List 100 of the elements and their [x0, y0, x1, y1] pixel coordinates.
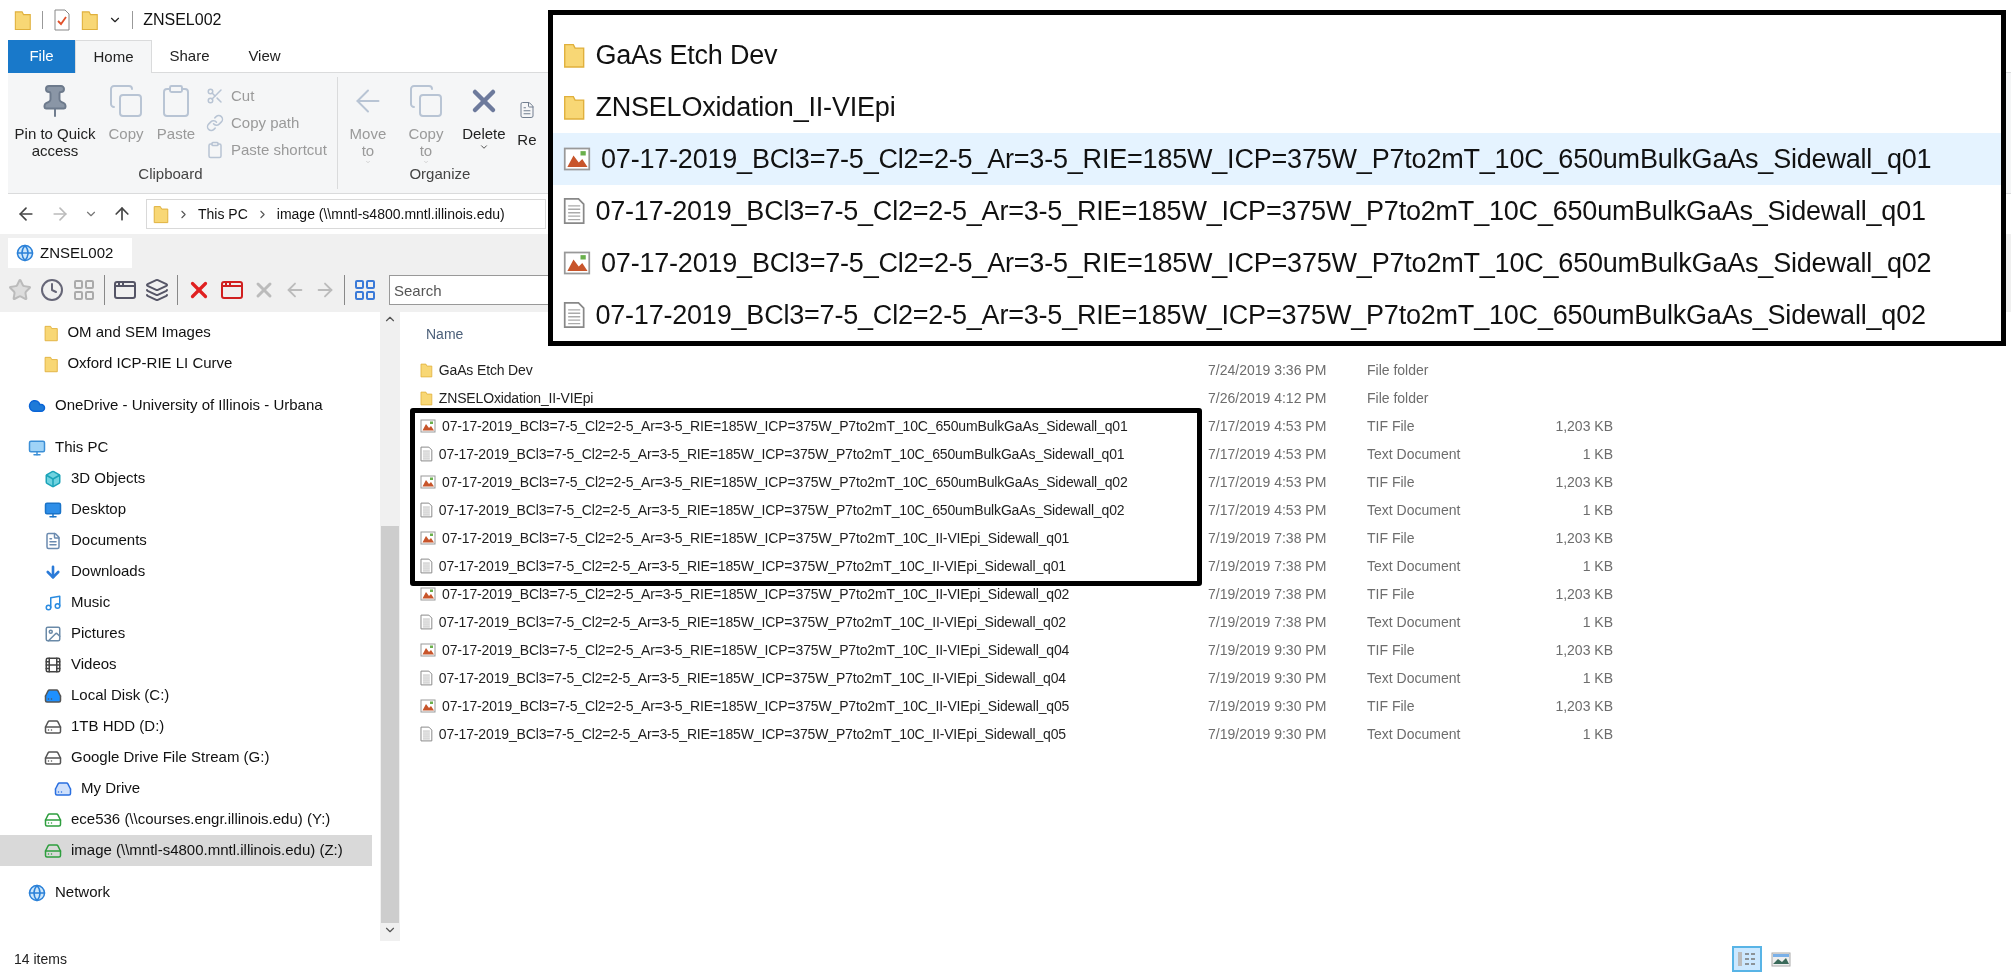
file-name: 07-17-2019_BCl3=7-5_Cl2=2-5_Ar=3-5_RIE=185W_ICP=375W_P7to2mT_10C_650umBulkGaAs_Sidewall_q01 [601, 142, 1932, 176]
sidebar-item[interactable]: OneDrive - University of Illinois - Urbana [0, 390, 372, 421]
desktop-icon [44, 500, 62, 519]
breadcrumb[interactable]: This PC [198, 203, 248, 225]
file-name[interactable]: 07-17-2019_BCl3=7-5_Cl2=2-5_Ar=3-5_RIE=185W_ICP=375W_P7to2mT_10C_650umBulkGaAs_Sidewall_q02 [438, 502, 1125, 518]
clock-icon[interactable] [40, 278, 64, 302]
sidebar-item[interactable]: This PC [0, 432, 372, 463]
image-file-icon [420, 530, 436, 546]
path-icon [206, 114, 224, 132]
clipboard-icon [206, 141, 224, 159]
close-window-icon[interactable] [220, 278, 244, 302]
sidebar-item[interactable]: Oxford ICP-RIE LI Curve [0, 348, 372, 379]
folder-icon [420, 390, 433, 406]
drive-icon [44, 686, 62, 705]
image-file-icon [563, 145, 591, 173]
file-name[interactable]: 07-17-2019_BCl3=7-5_Cl2=2-5_Ar=3-5_RIE=185W_ICP=375W_P7to2mT_10C_II-VIEpi_Sidewall_q02 [442, 586, 1070, 602]
type-cell-text: TIF File [1367, 530, 1416, 546]
date-cell-text: 7/17/2019 4:53 PM [1208, 502, 1328, 518]
windows-stack-icon[interactable] [145, 278, 169, 302]
sidebar-item[interactable]: Local Disk (C:) [0, 680, 372, 711]
file-name: GaAs Etch Dev [595, 38, 778, 72]
date-cell-text: 7/19/2019 9:30 PM [1208, 670, 1328, 686]
ribbon-tab[interactable]: File [8, 40, 75, 73]
date-cell-text: 7/19/2019 7:38 PM [1208, 558, 1328, 574]
date-cell-text: 7/26/2019 4:12 PM [1208, 390, 1328, 406]
text-file-icon [420, 502, 433, 518]
folder-icon [563, 41, 586, 69]
item-count: 14 items [14, 949, 68, 969]
date-cell-text: 7/17/2019 4:53 PM [1208, 446, 1328, 462]
text-file-icon [420, 670, 433, 686]
sidebar-item[interactable]: Downloads [0, 556, 372, 587]
monitor-icon [28, 438, 46, 457]
grid-icon[interactable] [353, 278, 377, 302]
sidebar-item[interactable]: Music [0, 587, 372, 618]
ribbon-button[interactable]: Pin to Quick access [14, 77, 96, 165]
image-file-icon [420, 642, 436, 658]
search-field[interactable]: Search [389, 275, 549, 305]
film-icon [44, 655, 62, 674]
file-name[interactable]: 07-17-2019_BCl3=7-5_Cl2=2-5_Ar=3-5_RIE=185W_ICP=375W_P7to2mT_10C_650umBulkGaAs_Sidewall_q02 [442, 474, 1128, 490]
drive-icon [44, 717, 62, 736]
type-cell-text: File folder [1367, 390, 1430, 406]
ribbon-button[interactable]: Delete [459, 77, 508, 165]
column-header[interactable]: Name [426, 323, 464, 345]
type-cell-text: Text Document [1367, 502, 1462, 518]
file-name[interactable]: 07-17-2019_BCl3=7-5_Cl2=2-5_Ar=3-5_RIE=185W_ICP=375W_P7to2mT_10C_650umBulkGaAs_Sidewall_q01 [442, 418, 1128, 434]
file-name[interactable]: 07-17-2019_BCl3=7-5_Cl2=2-5_Ar=3-5_RIE=185W_ICP=375W_P7to2mT_10C_II-VIEpi_Sidewall_q01 [442, 530, 1070, 546]
sidebar-item[interactable]: Documents [0, 525, 372, 556]
file-name[interactable]: 07-17-2019_BCl3=7-5_Cl2=2-5_Ar=3-5_RIE=185W_ICP=375W_P7to2mT_10C_650umBulkGaAs_Sidewall_q01 [438, 446, 1125, 462]
sidebar-item[interactable]: ece536 (\\courses.engr.illinois.edu) (Y:) [0, 804, 372, 835]
star-icon[interactable] [8, 278, 32, 302]
type-cell-text: Text Document [1367, 614, 1462, 630]
scrollbar[interactable] [380, 312, 400, 941]
ribbon-button[interactable]: Re [517, 77, 536, 165]
sidebar-item[interactable]: 1TB HDD (D:) [0, 711, 372, 742]
sidebar-item[interactable]: Desktop [0, 494, 372, 525]
drive-icon [54, 779, 72, 798]
file-name[interactable]: 07-17-2019_BCl3=7-5_Cl2=2-5_Ar=3-5_RIE=185W_ICP=375W_P7to2mT_10C_II-VIEpi_Sidewall_q05 [442, 698, 1070, 714]
file-name[interactable]: 07-17-2019_BCl3=7-5_Cl2=2-5_Ar=3-5_RIE=185W_ICP=375W_P7to2mT_10C_II-VIEpi_Sidewall_q04 [442, 642, 1070, 658]
size-cell-text: 1,203 KB [1554, 474, 1613, 490]
ribbon-tab[interactable]: Share [152, 40, 227, 73]
sidebar-item[interactable]: Google Drive File Stream (G:) [0, 742, 372, 773]
folder-icon [153, 204, 169, 224]
size-cell-text: 1,203 KB [1554, 586, 1613, 602]
document-icon [44, 531, 62, 550]
file-name[interactable]: 07-17-2019_BCl3=7-5_Cl2=2-5_Ar=3-5_RIE=185W_ICP=375W_P7to2mT_10C_II-VIEpi_Sidewall_q05 [438, 726, 1066, 742]
file-name[interactable]: GaAs Etch Dev [438, 362, 533, 378]
size-cell-text: 1 KB [1581, 502, 1613, 518]
sidebar-item[interactable]: Pictures [0, 618, 372, 649]
file-name[interactable]: 07-17-2019_BCl3=7-5_Cl2=2-5_Ar=3-5_RIE=185W_ICP=375W_P7to2mT_10C_II-VIEpi_Sidewall_q02 [438, 614, 1066, 630]
copy-icon [108, 83, 144, 119]
sidebar-item[interactable]: My Drive [0, 773, 372, 804]
sidebar-item[interactable]: Videos [0, 649, 372, 680]
text-file-icon [420, 614, 433, 630]
folder-icon [44, 354, 59, 373]
image-file-icon [420, 698, 436, 714]
size-cell-text: 1 KB [1581, 614, 1613, 630]
type-cell-text: TIF File [1367, 698, 1416, 714]
sidebar-item[interactable]: image (\\mntl-s4800.mntl.illinois.edu) (Z:) [0, 835, 372, 866]
scrollbar-thumb[interactable] [381, 526, 399, 923]
folder-icon [14, 9, 32, 31]
sidebar-item[interactable]: OM and SEM Images [0, 317, 372, 348]
address-field[interactable]: This PC image (\\mntl-s4800.mntl.illinois.edu) [146, 199, 546, 229]
folder-tab[interactable]: ZNSEL002 [8, 238, 132, 268]
file-name[interactable]: 07-17-2019_BCl3=7-5_Cl2=2-5_Ar=3-5_RIE=185W_ICP=375W_P7to2mT_10C_II-VIEpi_Sidewall_q04 [438, 670, 1066, 686]
sidebar-item[interactable]: 3D Objects [0, 463, 372, 494]
file-name[interactable]: ZNSELOxidation_II-VIEpi [438, 390, 594, 406]
properties-icon[interactable] [52, 9, 71, 31]
breadcrumb[interactable]: image (\\mntl-s4800.mntl.illinois.edu) [276, 203, 505, 225]
size-cell-text: 1,203 KB [1554, 698, 1613, 714]
type-cell-text: TIF File [1367, 642, 1416, 658]
ribbon-tab[interactable]: View [227, 40, 302, 73]
rename-icon [517, 101, 536, 119]
file-name[interactable]: 07-17-2019_BCl3=7-5_Cl2=2-5_Ar=3-5_RIE=185W_ICP=375W_P7to2mT_10C_II-VIEpi_Sidewall_q01 [438, 558, 1066, 574]
type-cell-text: Text Document [1367, 670, 1462, 686]
type-cell-text: TIF File [1367, 586, 1416, 602]
network-icon [16, 244, 34, 262]
date-cell-text: 7/19/2019 7:38 PM [1208, 614, 1328, 630]
ribbon-tab[interactable]: Home [75, 40, 152, 73]
sidebar-item[interactable]: Network [0, 877, 372, 908]
date-cell-text: 7/17/2019 4:53 PM [1208, 474, 1328, 490]
